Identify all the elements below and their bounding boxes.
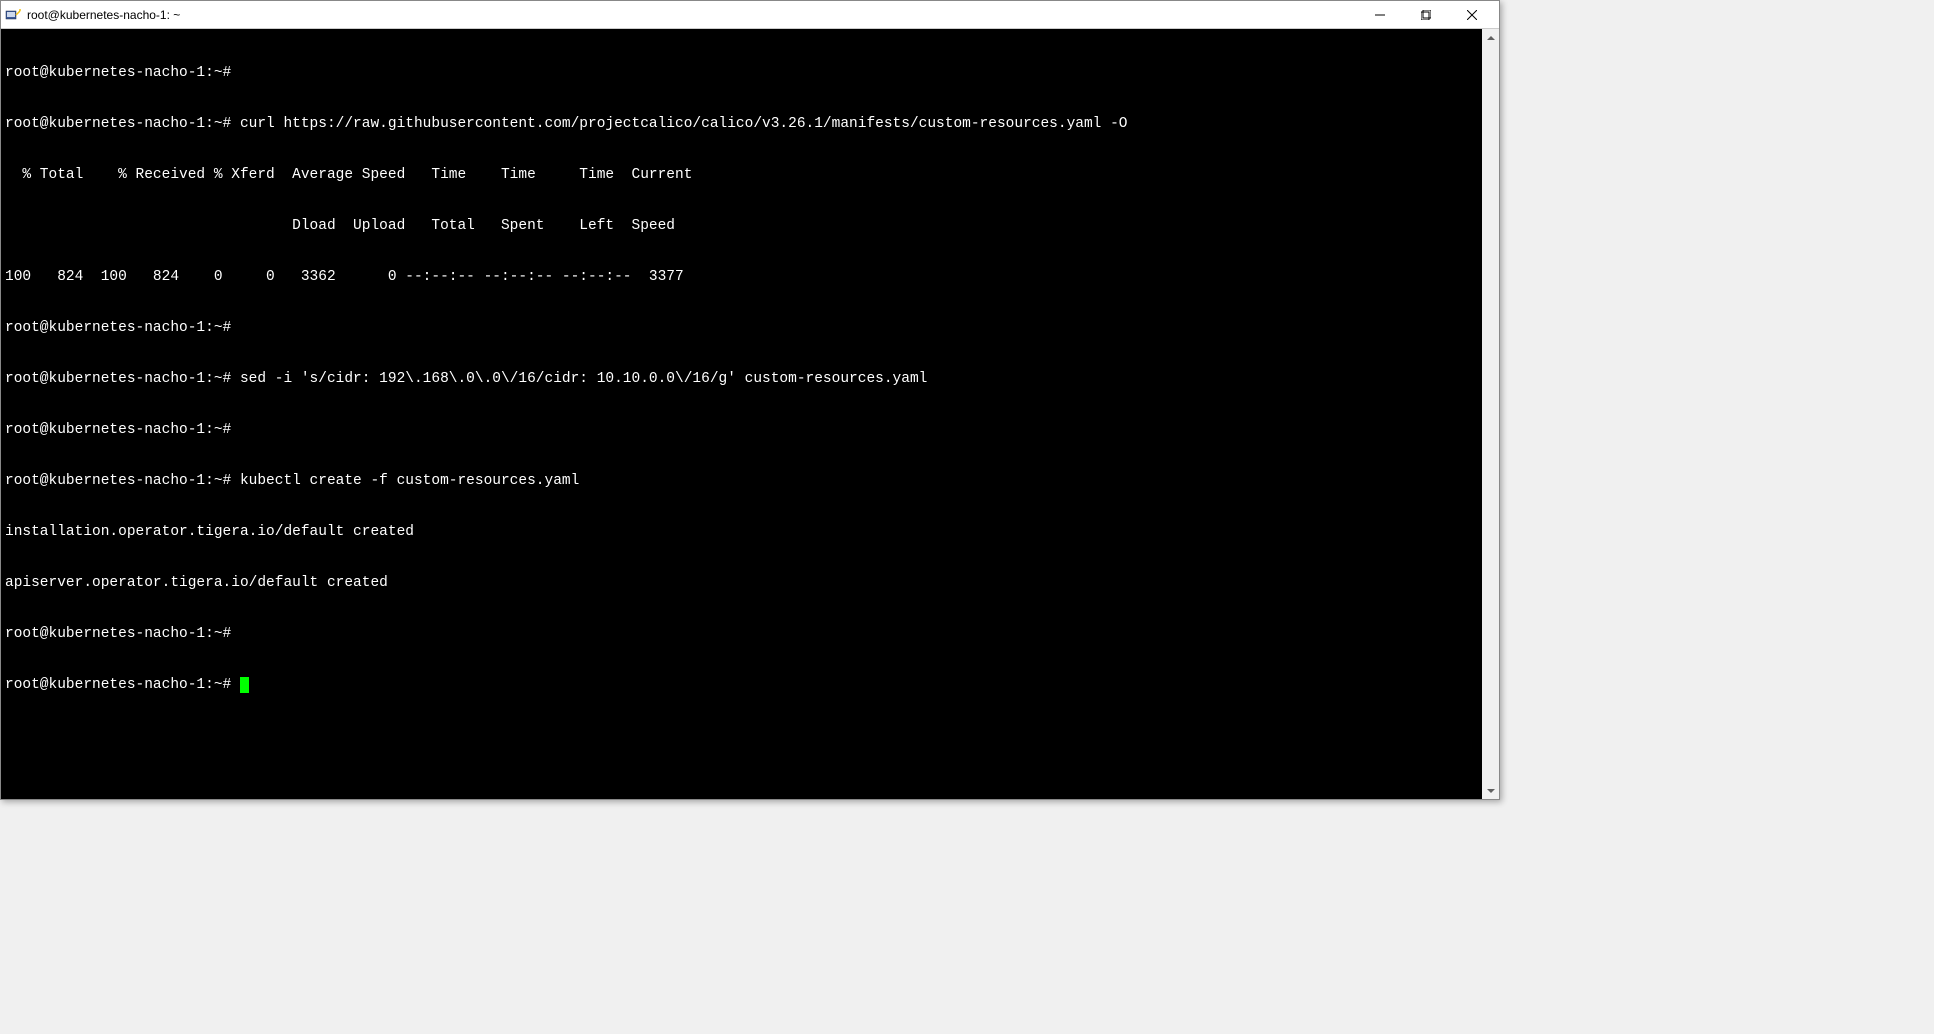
- terminal-line: root@kubernetes-nacho-1:~# sed -i 's/cid…: [5, 371, 1495, 388]
- terminal-area[interactable]: root@kubernetes-nacho-1:~# root@kubernet…: [1, 29, 1499, 799]
- scroll-track[interactable]: [1482, 46, 1499, 782]
- close-button[interactable]: [1449, 1, 1495, 29]
- terminal-line: % Total % Received % Xferd Average Speed…: [5, 167, 1495, 184]
- terminal-line: root@kubernetes-nacho-1:~#: [5, 626, 1495, 643]
- maximize-button[interactable]: [1403, 1, 1449, 29]
- terminal-line: root@kubernetes-nacho-1:~#: [5, 65, 1495, 82]
- window-title: root@kubernetes-nacho-1: ~: [27, 8, 1357, 22]
- minimize-button[interactable]: [1357, 1, 1403, 29]
- scroll-up-arrow[interactable]: [1482, 29, 1499, 46]
- terminal-line: root@kubernetes-nacho-1:~# curl https://…: [5, 116, 1495, 133]
- terminal-line: apiserver.operator.tigera.io/default cre…: [5, 575, 1495, 592]
- terminal-prompt-line: root@kubernetes-nacho-1:~#: [5, 677, 1495, 694]
- terminal-line: Dload Upload Total Spent Left Speed: [5, 218, 1495, 235]
- window-controls: [1357, 1, 1495, 29]
- terminal-window: root@kubernetes-nacho-1: ~ root@kubernet…: [0, 0, 1500, 800]
- terminal-line: installation.operator.tigera.io/default …: [5, 524, 1495, 541]
- terminal-prompt: root@kubernetes-nacho-1:~#: [5, 677, 240, 693]
- putty-icon: [5, 7, 21, 23]
- terminal-line: 100 824 100 824 0 0 3362 0 --:--:-- --:-…: [5, 269, 1495, 286]
- titlebar[interactable]: root@kubernetes-nacho-1: ~: [1, 1, 1499, 29]
- terminal-line: root@kubernetes-nacho-1:~#: [5, 422, 1495, 439]
- terminal-line: root@kubernetes-nacho-1:~# kubectl creat…: [5, 473, 1495, 490]
- terminal-line: root@kubernetes-nacho-1:~#: [5, 320, 1495, 337]
- scrollbar[interactable]: [1482, 29, 1499, 799]
- scroll-down-arrow[interactable]: [1482, 782, 1499, 799]
- terminal-cursor: [240, 677, 249, 693]
